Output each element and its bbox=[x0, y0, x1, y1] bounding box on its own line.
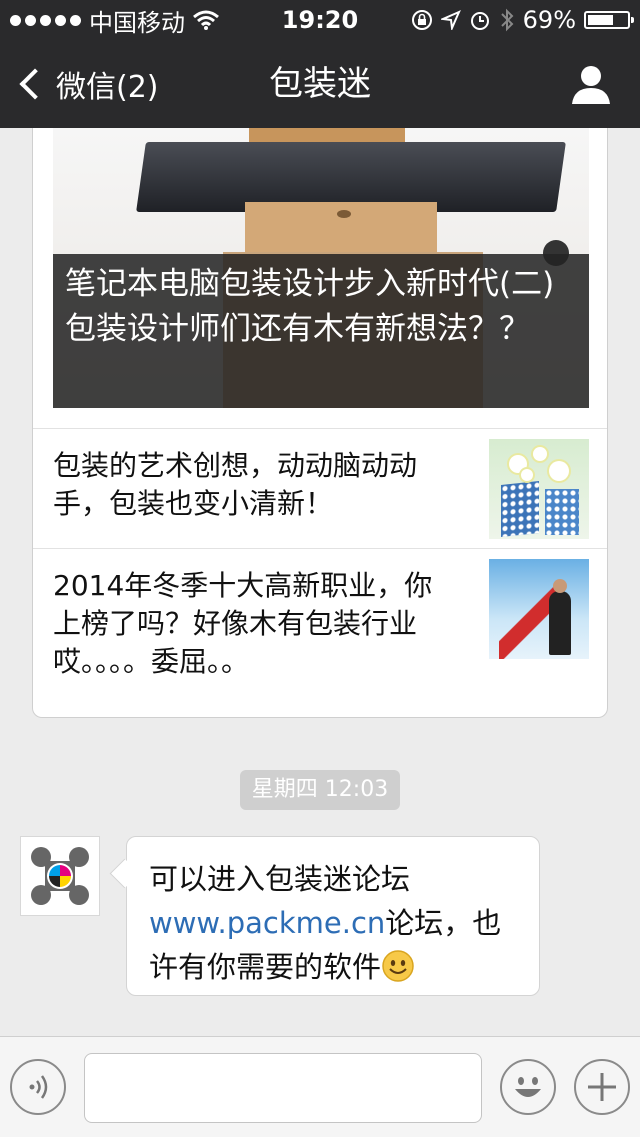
businessman-stairs-thumbnail bbox=[489, 559, 589, 659]
voice-icon bbox=[29, 1075, 48, 1099]
rotation-lock-icon bbox=[411, 10, 432, 30]
article-cover-title[interactable]: 笔记本电脑包装设计步入新时代(二) 包装设计师们还有木有新想法？？ bbox=[53, 254, 589, 408]
page-title: 包装迷 bbox=[269, 64, 371, 104]
alarm-icon bbox=[470, 12, 489, 30]
emoji-icon bbox=[515, 1077, 541, 1097]
message-input[interactable] bbox=[84, 1053, 482, 1123]
article-card: 笔记本电脑包装设计步入新时代(二) 包装设计师们还有木有新想法？？ 包装的艺术创… bbox=[32, 128, 608, 718]
plus-icon bbox=[588, 1073, 616, 1101]
flower-pots-thumbnail bbox=[489, 439, 589, 539]
status-right: 69% bbox=[411, 0, 634, 40]
message-text: 可以进入包装迷论坛 bbox=[149, 862, 411, 896]
nav-bar: 微信(2) 包装迷 bbox=[0, 40, 640, 128]
timestamp-label: 星期四 12:03 bbox=[239, 770, 401, 810]
status-bar: 中国移动 19:20 69% bbox=[0, 0, 640, 40]
battery-percent: 69% bbox=[522, 6, 576, 34]
bluetooth-icon bbox=[500, 8, 514, 32]
smiley-icon bbox=[382, 950, 414, 982]
message-bubble[interactable]: 可以进入包装迷论坛 www.packme.cn论坛，也许有你需要的软件 bbox=[126, 836, 540, 996]
input-bar bbox=[0, 1036, 640, 1137]
sender-avatar[interactable] bbox=[20, 836, 100, 916]
emoji-button[interactable] bbox=[500, 1059, 556, 1115]
packme-logo-icon bbox=[31, 847, 89, 905]
article-item-title: 包装的艺术创想，动动脑动动手，包装也变小清新！ bbox=[53, 449, 418, 520]
battery-icon bbox=[584, 11, 634, 29]
location-icon bbox=[440, 10, 461, 30]
article-item-title: 2014年冬季十大高新职业，你上榜了吗？好像木有包装行业哎。。。。委屈。。 bbox=[53, 569, 433, 678]
article-list-item[interactable]: 2014年冬季十大高新职业，你上榜了吗？好像木有包装行业哎。。。。委屈。。 bbox=[33, 548, 607, 678]
cover-image-part bbox=[249, 128, 405, 142]
voice-button[interactable] bbox=[10, 1059, 66, 1115]
cover-image-part bbox=[337, 210, 351, 218]
profile-button[interactable] bbox=[570, 64, 612, 106]
person-icon bbox=[572, 66, 610, 104]
plus-button[interactable] bbox=[574, 1059, 630, 1115]
message-link[interactable]: www.packme.cn bbox=[149, 906, 385, 940]
chat-timestamp: 星期四 12:03 bbox=[0, 770, 640, 810]
article-list-item[interactable]: 包装的艺术创想，动动脑动动手，包装也变小清新！ bbox=[33, 428, 607, 548]
